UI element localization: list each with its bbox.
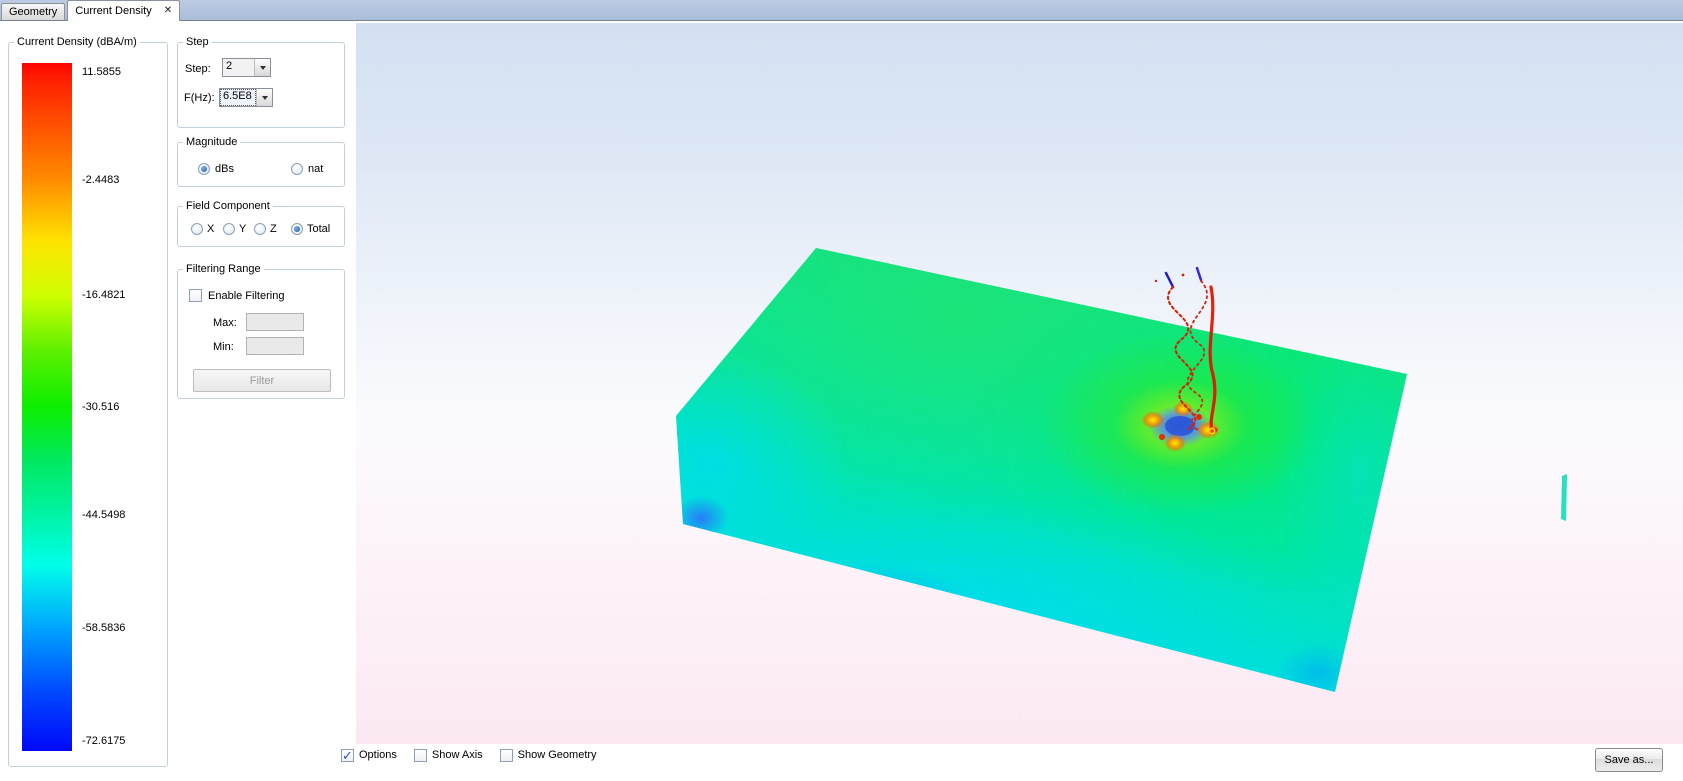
show-geometry-checkbox[interactable] xyxy=(500,749,513,762)
freq-dropdown-value: 6.5E8 xyxy=(221,90,255,105)
colorbar-tick: -16.4821 xyxy=(82,289,162,302)
current-hotspot xyxy=(1040,333,1320,517)
radio-y-label[interactable]: Y xyxy=(239,223,246,235)
radio-x[interactable] xyxy=(191,223,203,235)
radio-nat-label[interactable]: nat xyxy=(308,163,323,175)
left-control-panel: Current Density (dBA/m) 11.5855 -2.4483 … xyxy=(0,21,356,781)
tab-close-icon[interactable]: ✕ xyxy=(164,6,172,16)
tab-geometry[interactable]: Geometry xyxy=(1,3,65,21)
filtering-range-group: Filtering Range Enable Filtering Max: Mi… xyxy=(177,269,345,399)
colorbar-tick: -58.5836 xyxy=(82,622,162,635)
max-label: Max: xyxy=(213,317,237,329)
radio-nat[interactable] xyxy=(291,163,303,175)
colorbar-tick: 11.5855 xyxy=(82,66,162,79)
colorbar-tick: -44.5498 xyxy=(82,509,162,522)
tab-current-density-label: Current Density xyxy=(75,5,151,17)
step-dropdown-arrow[interactable] xyxy=(254,59,270,76)
field-component-group: Field Component X Y Z Total xyxy=(177,206,345,247)
magnitude-group: Magnitude dBs nat xyxy=(177,142,345,187)
step-group: Step Step: 2 F(Hz): 6.5E8 xyxy=(177,42,345,128)
colorbar-group: Current Density (dBA/m) 11.5855 -2.4483 … xyxy=(8,42,168,767)
radio-total-label[interactable]: Total xyxy=(307,223,330,235)
viewport-3d-scene[interactable] xyxy=(356,23,1683,744)
chevron-down-icon xyxy=(262,96,268,100)
radio-y[interactable] xyxy=(223,223,235,235)
options-checkbox-item[interactable]: Options xyxy=(341,748,397,762)
radio-dbs-label[interactable]: dBs xyxy=(215,163,234,175)
filter-button[interactable]: Filter xyxy=(193,369,331,392)
show-axis-checkbox[interactable] xyxy=(414,749,427,762)
radio-dbs[interactable] xyxy=(198,163,210,175)
chevron-down-icon xyxy=(260,66,266,70)
step-dropdown[interactable]: 2 xyxy=(222,58,271,77)
step-group-title: Step xyxy=(183,36,212,48)
save-as-button[interactable]: Save as... xyxy=(1595,748,1663,772)
step-dropdown-value: 2 xyxy=(224,60,253,75)
min-label: Min: xyxy=(213,341,234,353)
right-edge-sliver xyxy=(1561,474,1567,521)
colorbar-title: Current Density (dBA/m) xyxy=(14,36,140,48)
enable-filtering-checkbox[interactable] xyxy=(189,289,202,302)
options-checkbox[interactable] xyxy=(341,749,354,762)
slab-surface xyxy=(571,118,1566,713)
radio-total[interactable] xyxy=(291,223,303,235)
options-checkbox-label[interactable]: Options xyxy=(359,749,397,762)
radio-x-label[interactable]: X xyxy=(207,223,214,235)
colorbar-gradient xyxy=(22,63,72,751)
show-geometry-checkbox-label[interactable]: Show Geometry xyxy=(518,749,597,762)
show-axis-checkbox-label[interactable]: Show Axis xyxy=(432,749,483,762)
colorbar-tick: -2.4483 xyxy=(82,174,162,187)
colorbar-tick: -72.6175 xyxy=(82,735,162,748)
enable-filtering-label[interactable]: Enable Filtering xyxy=(208,290,284,302)
tab-bar: Geometry Current Density ✕ xyxy=(0,0,1683,21)
tab-geometry-label: Geometry xyxy=(9,6,57,18)
freq-dropdown[interactable]: 6.5E8 xyxy=(219,88,273,107)
freq-label: F(Hz): xyxy=(184,92,215,104)
field-component-group-title: Field Component xyxy=(183,200,273,212)
show-geometry-checkbox-item[interactable]: Show Geometry xyxy=(500,748,597,762)
viewport-options-bar: Options Show Axis Show Geometry xyxy=(341,748,597,762)
colorbar-tick: -30.516 xyxy=(82,401,162,414)
radio-z-label[interactable]: Z xyxy=(270,223,277,235)
magnitude-group-title: Magnitude xyxy=(183,136,240,148)
show-axis-checkbox-item[interactable]: Show Axis xyxy=(414,748,483,762)
step-label: Step: xyxy=(185,63,211,75)
filtering-range-group-title: Filtering Range xyxy=(183,263,264,275)
application-window: { "tabs": [ {"label": "Geometry", "activ… xyxy=(0,0,1683,781)
viewport-3d[interactable] xyxy=(356,23,1683,744)
freq-dropdown-arrow[interactable] xyxy=(256,89,272,106)
min-input[interactable] xyxy=(246,337,304,355)
radio-z[interactable] xyxy=(254,223,266,235)
tab-current-density[interactable]: Current Density ✕ xyxy=(67,0,180,21)
max-input[interactable] xyxy=(246,313,304,331)
